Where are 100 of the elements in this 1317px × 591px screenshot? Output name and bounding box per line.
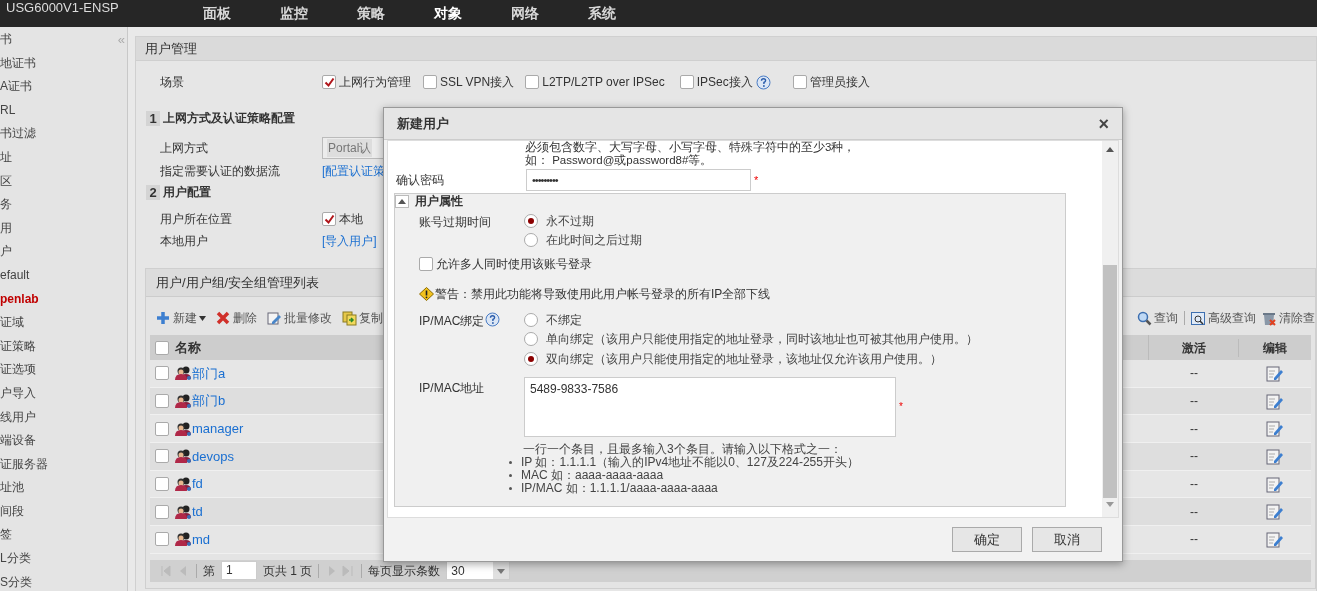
sidebar-item[interactable]: 务 [0,193,12,217]
nav-tab[interactable]: 对象 [409,3,486,24]
user-link[interactable]: manager [192,418,244,439]
checkbox-label: 本地 [339,211,363,228]
user-group-icon [175,420,192,437]
column-header: 编辑 [1262,339,1288,357]
dialog-button[interactable]: 取消 [1032,527,1102,552]
checkbox[interactable] [525,75,540,89]
nav-tab[interactable]: 面板 [178,3,255,24]
edit-icon[interactable] [1266,503,1284,521]
sidebar-item[interactable]: 址池 [0,476,24,500]
sidebar-item[interactable]: 户导入 [0,381,36,406]
nav-tab[interactable]: 策略 [332,3,409,24]
checkbox[interactable] [423,75,437,89]
radio-button[interactable] [524,332,538,347]
sidebar-item[interactable]: 用 [0,216,12,241]
sidebar-item[interactable]: 证服务器 [0,452,48,477]
checkbox[interactable] [792,75,807,89]
toolbar-button[interactable]: 批量修改 [267,309,332,327]
pager-label: 页共 1 页 [263,562,313,580]
sidebar-item[interactable]: 端设备 [0,429,36,453]
bullet-icon [509,486,512,490]
checkbox[interactable] [419,257,433,271]
sidebar-item[interactable]: 户 [0,240,12,264]
user-link[interactable]: devops [192,446,234,467]
close-button[interactable]: × [1098,114,1109,133]
sidebar-item[interactable]: RL [0,98,16,123]
sidebar-item[interactable]: 线用户 [0,405,36,430]
scrollbar-thumb[interactable] [1103,265,1117,498]
checkbox-label: IPSec接入 [696,74,753,91]
collapse-toggle[interactable] [395,194,409,208]
checkbox[interactable] [155,477,169,492]
nav-tab[interactable]: 网络 [486,3,563,24]
sidebar-item[interactable]: penlab [0,287,39,312]
edit-icon[interactable] [1266,420,1284,438]
checkbox[interactable] [155,366,169,381]
section-title: 用户属性 [415,193,463,210]
nav-tab[interactable]: 系统 [563,3,640,24]
user-link[interactable]: 部门b [192,391,226,411]
checkbox[interactable] [679,75,694,89]
toolbar-button[interactable]: 复制 [342,309,383,327]
page-input[interactable]: 1 [221,561,257,581]
field-label: 用户所在位置 [160,211,233,228]
user-group-icon [175,503,192,520]
toolbar-button[interactable]: 清除查 [1262,309,1315,327]
sidebar-item[interactable]: 间段 [0,499,24,524]
sidebar-item[interactable]: 证域 [0,311,24,335]
field-label: 账号过期时间 [419,214,491,231]
sidebar-item[interactable]: 签 [0,523,12,548]
step-number: 2 [146,184,160,200]
link[interactable]: [导入用户] [322,232,377,250]
checkbox[interactable] [322,75,336,89]
edit-icon[interactable] [1266,364,1284,382]
sidebar-item[interactable]: 书 [0,28,12,52]
toolbar-button[interactable]: 高级查询 [1191,309,1256,327]
radio-button[interactable] [524,213,538,228]
help-text: IP 如：1.1.1.1（输入的IPv4地址不能以0、127及224-255开头） [521,455,859,469]
table-cell-text: -- [1189,531,1199,549]
password-field[interactable]: ••••••••• [526,169,751,191]
radio-button[interactable] [524,351,538,366]
checkbox[interactable] [155,532,169,547]
radio-button[interactable] [524,312,538,327]
checkbox[interactable] [155,421,169,436]
scrollbar[interactable] [1102,141,1118,517]
edit-icon[interactable] [1266,447,1284,465]
user-link[interactable]: fd [192,474,203,494]
toolbar-button[interactable]: 新建 [156,309,206,327]
toolbar-button[interactable]: 查询 [1137,309,1178,327]
sidebar-item[interactable]: 证策略 [0,334,36,359]
address-textarea[interactable]: 5489-9833-7586 [524,376,896,437]
bullet-icon [509,460,512,464]
nav-tab[interactable]: 监控 [255,3,332,24]
user-link[interactable]: 部门a [192,363,226,384]
sidebar-item[interactable]: L分类 [0,547,31,571]
trash-icon [1262,310,1277,326]
edit-icon[interactable] [1266,530,1284,548]
sidebar-item[interactable]: 区 [0,169,12,194]
link[interactable]: [配置认证策 [322,162,386,180]
pager-label: 每页显示条数 [368,562,441,580]
required-mark: * [899,399,903,414]
user-link[interactable]: td [192,502,203,522]
checkbox[interactable] [155,449,169,464]
edit-icon[interactable] [1266,392,1284,410]
sidebar-item[interactable]: 书过滤 [0,122,36,146]
sidebar-item[interactable]: 地证书 [0,51,36,76]
sidebar-item[interactable]: 址 [0,145,12,170]
sidebar-item[interactable]: efault [0,263,30,288]
checkbox[interactable] [322,212,336,226]
radio-button[interactable] [524,233,538,248]
checkbox[interactable] [155,504,169,519]
checkbox[interactable] [155,394,169,409]
dialog-button[interactable]: 确定 [952,527,1022,552]
select-all-checkbox[interactable] [155,340,169,355]
sidebar-item[interactable]: S分类 [0,570,32,591]
edit-icon[interactable] [1266,475,1284,493]
user-link[interactable]: md [192,529,211,550]
sidebar-item[interactable]: 证选项 [0,358,36,382]
toolbar-button[interactable]: 删除 [216,309,257,327]
pager-label: 第 [203,562,215,580]
sidebar-item[interactable]: A证书 [0,75,32,99]
